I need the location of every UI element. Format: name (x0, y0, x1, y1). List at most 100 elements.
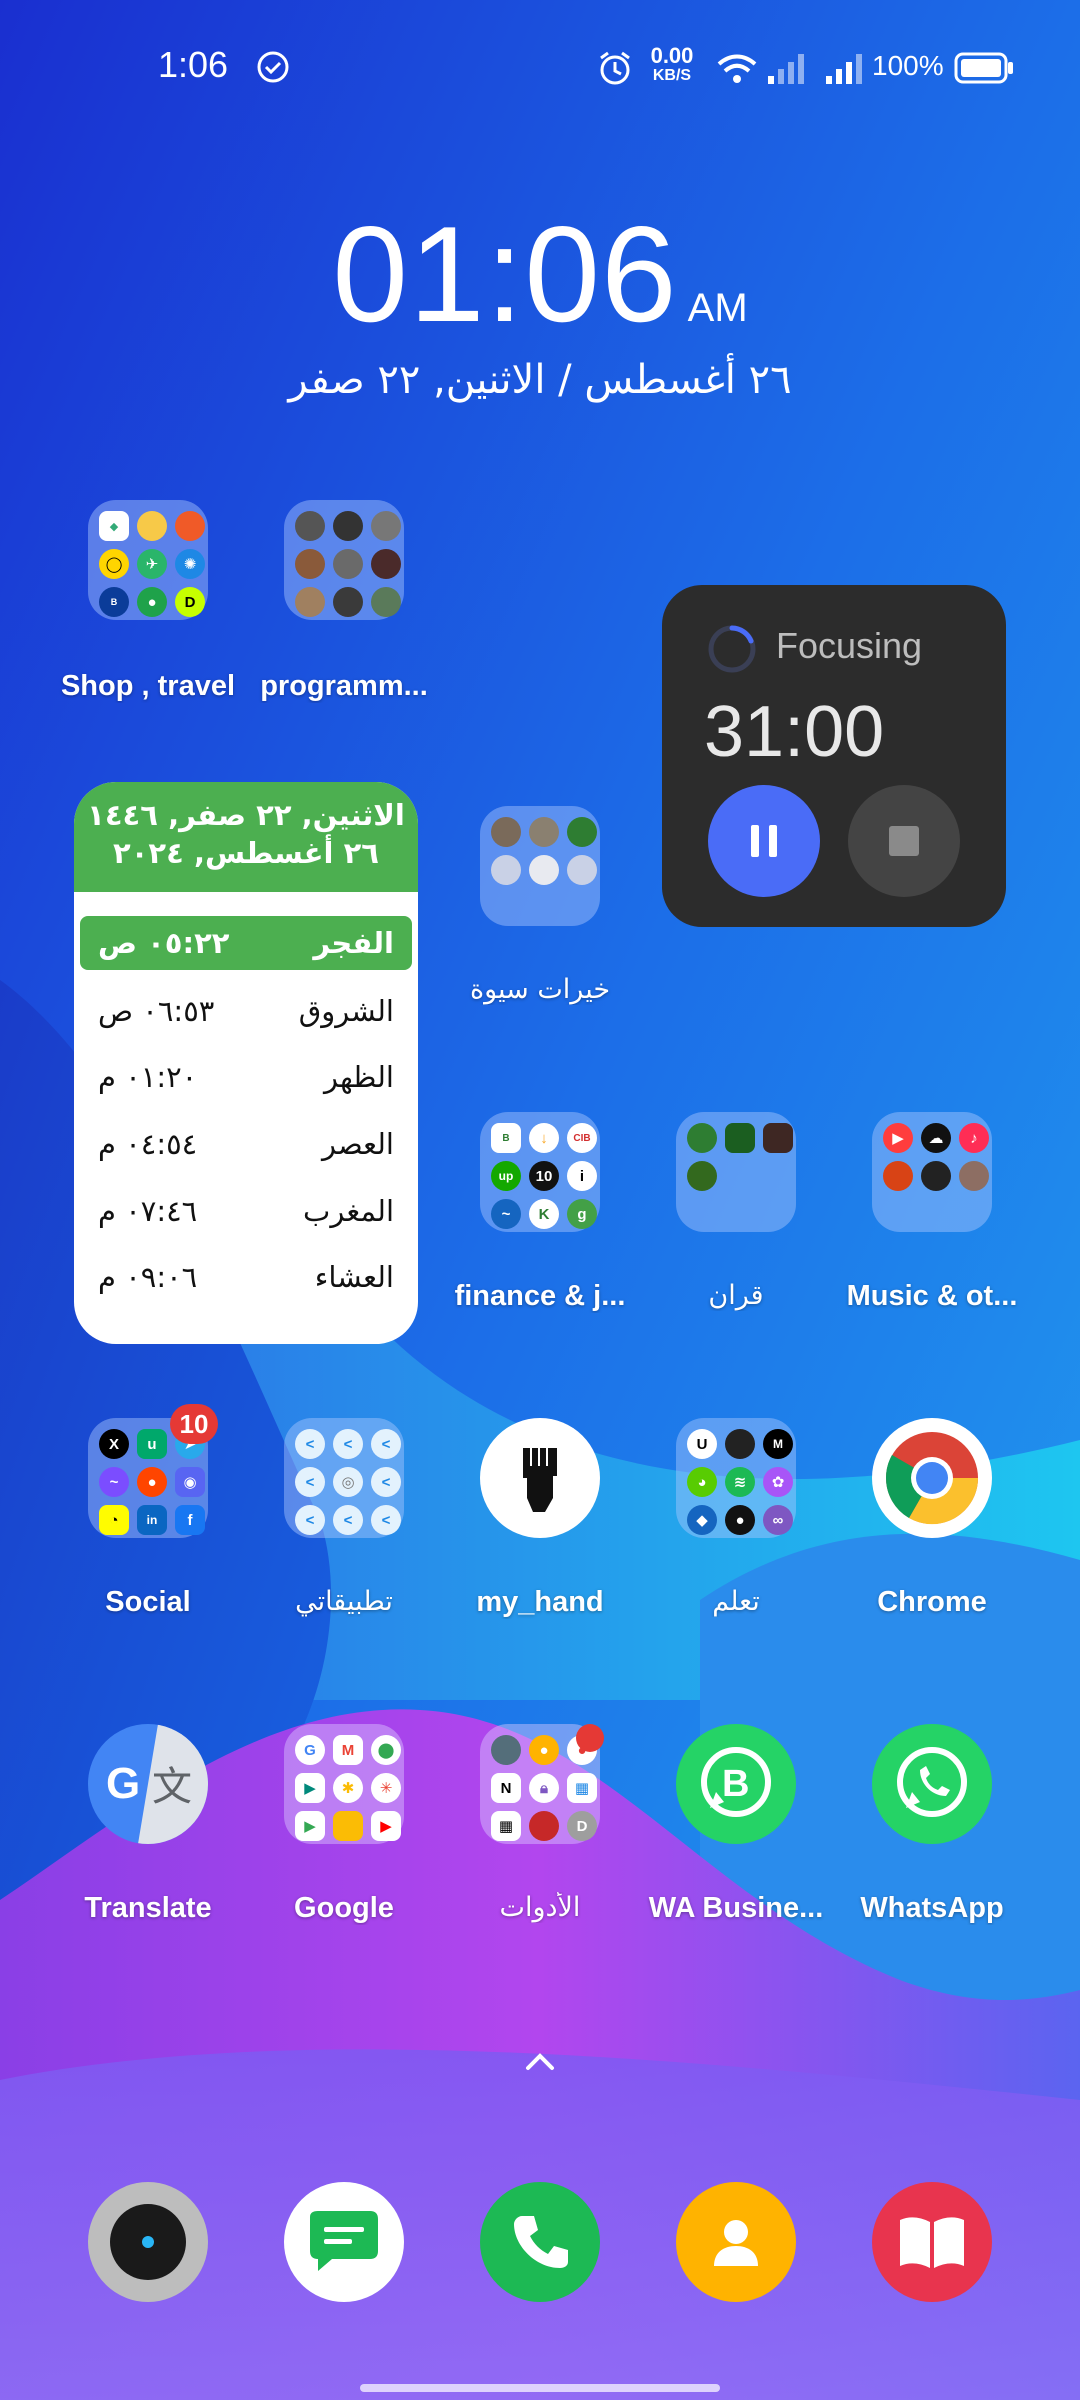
app-icon (529, 1811, 559, 1841)
clock-widget[interactable]: 01:06 AM (0, 196, 1080, 352)
app-icon: B (491, 1123, 521, 1153)
whatsapp-app[interactable] (872, 1724, 992, 1844)
folder-programming[interactable] (284, 500, 404, 620)
app-drawer-chevron-icon[interactable] (522, 2050, 558, 2074)
focus-widget[interactable]: Focusing 31:00 (662, 585, 1006, 927)
folder-finance[interactable]: B ↓ CIB up 10 i ~ K g (480, 1112, 600, 1232)
app-icon: up (491, 1161, 521, 1191)
app-icon (137, 511, 167, 541)
app-icon: < (333, 1429, 363, 1459)
prayer-row: ٠١:٢٠ م الظهر (80, 1050, 412, 1104)
prayer-row: ٠٥:٢٢ ص الفجر (80, 916, 412, 970)
app-icon (687, 1123, 717, 1153)
prayer-name: الظهر (323, 1060, 394, 1094)
avatar-icon (333, 587, 363, 617)
folder-label: خيرات سيوة (469, 974, 611, 1005)
svg-text:B: B (722, 1763, 749, 1805)
svg-text:G: G (106, 1759, 140, 1808)
app-icon: u (137, 1429, 167, 1459)
books-app[interactable] (872, 2182, 992, 2302)
folder-learn[interactable]: U M ◕ ≋ ✿ ◆ ● ∞ (676, 1418, 796, 1538)
folder-label: الأدوات (499, 1892, 581, 1923)
folder-label: Shop , travel (60, 670, 236, 702)
app-icon: B (99, 587, 129, 617)
home-indicator[interactable] (360, 2384, 720, 2392)
folder-music[interactable]: ▶ ☁ ♪ (872, 1112, 992, 1232)
folder-my-apps[interactable]: < < < < ◎ < < < < (284, 1418, 404, 1538)
avatar-icon (371, 511, 401, 541)
chrome-icon (885, 1432, 979, 1525)
app-icon (921, 1161, 951, 1191)
app-icon (725, 1429, 755, 1459)
meet-icon: ▶ (295, 1773, 325, 1803)
net-speed-unit: KB/S (652, 67, 692, 84)
message-icon (310, 2211, 378, 2271)
avatar-icon (371, 587, 401, 617)
phone-icon (514, 2216, 568, 2268)
folder-khairat-siwa[interactable] (480, 806, 600, 926)
app-icon: ● (529, 1735, 559, 1765)
app-icon: < (333, 1505, 363, 1535)
whatsapp-icon (897, 1747, 967, 1817)
clock-time: 01:06 (332, 198, 678, 350)
app-icon: ▦ (491, 1811, 521, 1841)
prayer-time: ٠٩:٠٦ م (98, 1260, 198, 1294)
chrome-app[interactable] (872, 1418, 992, 1538)
raised-fist-icon (523, 1448, 557, 1512)
net-speed-value: 0.00 (650, 43, 694, 68)
prayer-name: العصر (321, 1127, 394, 1161)
folder-label: قران (708, 1280, 764, 1311)
app-icon: ≋ (725, 1467, 755, 1497)
battery-icon (954, 52, 1013, 84)
contacts-app[interactable] (676, 2182, 796, 2302)
folder-google[interactable]: G M ⬤ ▶ ✱ ✳ ▶ ▶ (284, 1724, 404, 1844)
translate-icon: G 文 (106, 1724, 208, 1844)
folder-label: programm... (260, 670, 428, 702)
discord-icon: ◉ (175, 1467, 205, 1497)
app-icon (567, 817, 597, 847)
clock-date: ٢٦ أغسطس / الاثنين, ٢٢ صفر (288, 357, 792, 403)
notification-badge: 10 (170, 1404, 218, 1444)
folder-shop-travel[interactable]: ◆ ◯ ✈ ✺ B ● D (88, 500, 208, 620)
messages-app[interactable] (284, 2182, 404, 2302)
app-icon: K (529, 1199, 559, 1229)
prayer-gregorian-date: ٢٦ أغسطس, ٢٠٢٤ (113, 836, 379, 870)
camera-app[interactable] (88, 2182, 208, 2302)
app-icon (491, 855, 521, 885)
folder-label: Google (294, 1892, 394, 1924)
avatar-icon (333, 511, 363, 541)
prayer-hijri-date: الاثنين, ٢٢ صفر, ١٤٤٦ (87, 798, 405, 832)
translate-app[interactable]: G 文 (88, 1724, 208, 1844)
folder-quran[interactable] (676, 1112, 796, 1232)
pause-button[interactable] (708, 785, 820, 897)
my-hand-app[interactable] (480, 1418, 600, 1538)
net-speed: 0.00 KB/S (646, 43, 698, 86)
signal-2-icon (826, 54, 862, 84)
focus-timer: 31:00 (704, 692, 885, 772)
app-icon (491, 817, 521, 847)
app-icon: ◆ (687, 1505, 717, 1535)
wa-business-icon: B (701, 1747, 771, 1817)
wa-business-app[interactable]: B (676, 1724, 796, 1844)
app-icon: D (175, 587, 205, 617)
app-icon (883, 1161, 913, 1191)
prayer-name: العشاء (314, 1260, 394, 1294)
prayer-time: ٠١:٢٠ م (98, 1060, 198, 1094)
focus-status: Focusing (776, 625, 923, 666)
app-icon: g (567, 1199, 597, 1229)
phone-app[interactable] (480, 2182, 600, 2302)
photos-icon: ✱ (333, 1773, 363, 1803)
prayer-name: الشروق (298, 994, 394, 1028)
app-icon: ◆ (99, 511, 129, 541)
app-icon: < (371, 1429, 401, 1459)
prayer-times-widget[interactable]: الاثنين, ٢٢ صفر, ١٤٤٦ ٢٦ أغسطس, ٢٠٢٤ ٠٥:… (74, 782, 418, 1344)
prayer-row: ٠٩:٠٦ م العشاء (80, 1250, 412, 1304)
prayer-time: ٠٧:٤٦ م (98, 1194, 198, 1228)
clock-ampm: AM (687, 286, 748, 330)
reddit-icon: ● (137, 1467, 167, 1497)
stop-button[interactable] (848, 785, 960, 897)
app-icon: CIB (567, 1123, 597, 1153)
status-check-icon (257, 51, 289, 83)
app-icon: ✺ (175, 549, 205, 579)
focus-progress-icon (708, 625, 756, 673)
